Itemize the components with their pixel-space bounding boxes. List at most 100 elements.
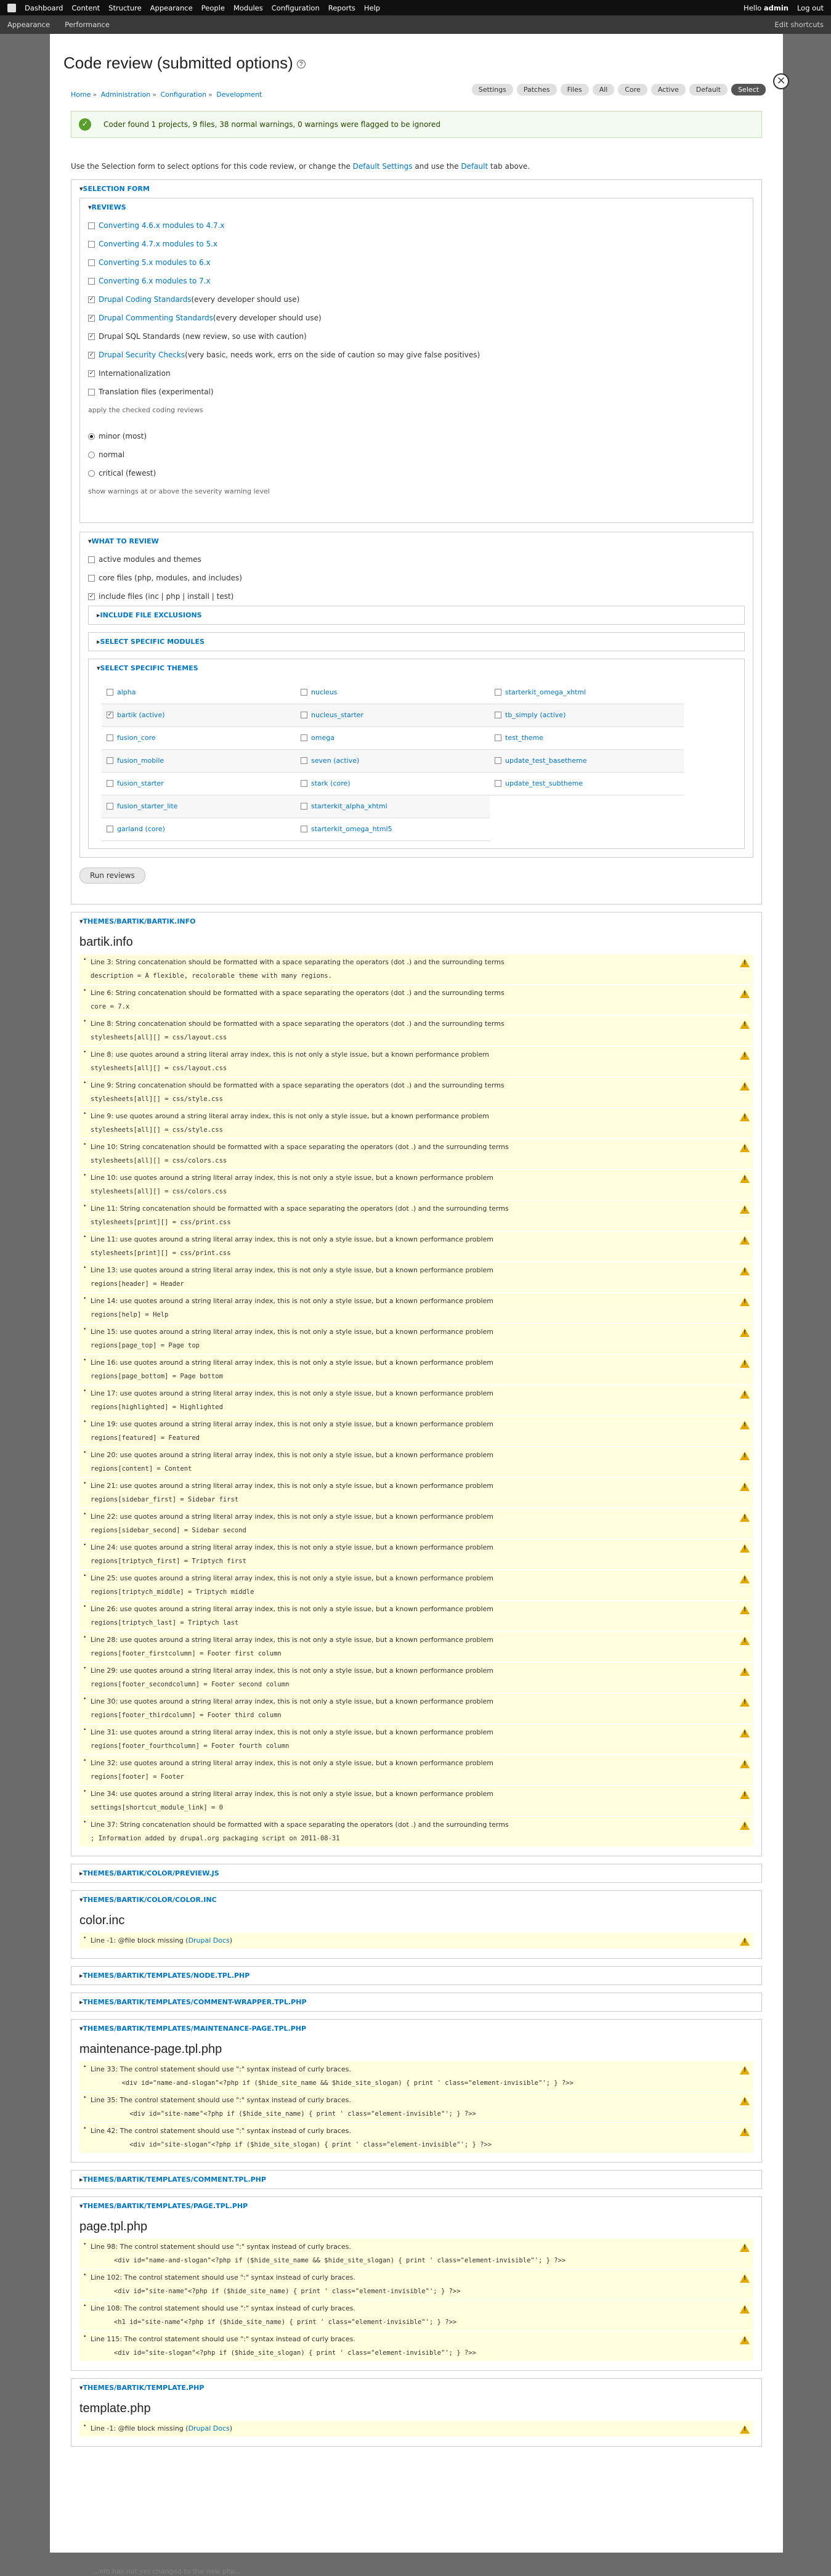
theme-option-label[interactable]: test_theme (505, 734, 543, 742)
checkbox[interactable] (495, 688, 501, 696)
theme-option[interactable]: fusion_starter (107, 779, 295, 787)
tab-all[interactable]: All (592, 84, 615, 95)
theme-option[interactable]: garland (core) (107, 825, 295, 833)
toolbar-item-dashboard[interactable]: Dashboard (25, 4, 63, 12)
radio[interactable] (88, 469, 95, 477)
toolbar-item-help[interactable]: Help (364, 4, 380, 12)
checkbox[interactable] (88, 370, 95, 377)
theme-option-label[interactable]: nucleus (311, 688, 338, 696)
theme-option-label[interactable]: fusion_mobile (117, 757, 164, 765)
default-settings-link[interactable]: Default Settings (353, 162, 413, 171)
username[interactable]: admin (764, 4, 788, 12)
toolbar-item-structure[interactable]: Structure (108, 4, 142, 12)
theme-option[interactable]: fusion_starter_lite (107, 802, 295, 810)
review-option[interactable]: Drupal Security Checks (very basic, need… (88, 346, 745, 364)
theme-option-label[interactable]: fusion_starter (117, 779, 164, 787)
breadcrumb-administration[interactable]: Administration (101, 91, 151, 99)
toolbar-item-reports[interactable]: Reports (328, 4, 355, 12)
checkbox[interactable] (107, 712, 113, 718)
theme-option-label[interactable]: alpha (117, 688, 136, 696)
radio[interactable] (88, 433, 95, 440)
tab-default[interactable]: Default (689, 84, 728, 95)
logout-link[interactable]: Log out (797, 4, 824, 12)
what-to-review-legend[interactable]: What to review (88, 532, 745, 550)
theme-option[interactable]: nucleus (301, 688, 489, 696)
checkbox[interactable] (301, 826, 307, 832)
toolbar-item-content[interactable]: Content (71, 4, 100, 12)
theme-option[interactable]: starterkit_omega_html5 (301, 825, 489, 833)
theme-option-label[interactable]: update_test_basetheme (505, 757, 587, 765)
checkbox[interactable] (107, 780, 113, 787)
checkbox[interactable] (107, 757, 113, 764)
edit-shortcuts-link[interactable]: Edit shortcuts (774, 20, 824, 29)
default-tab-link[interactable]: Default (461, 162, 488, 171)
toolbar-item-modules[interactable]: Modules (233, 4, 263, 12)
theme-option-label[interactable]: fusion_core (117, 734, 156, 742)
file-result-legend[interactable]: themes/bartik/templates/page.tpl.php (79, 2197, 753, 2215)
checkbox[interactable] (107, 688, 113, 696)
review-option[interactable]: Translation files (experimental) (88, 383, 745, 401)
review-option[interactable]: Drupal Commenting Standards (every devel… (88, 309, 745, 327)
theme-option[interactable]: starterkit_alpha_xhtml (301, 802, 489, 810)
theme-option[interactable]: fusion_mobile (107, 757, 295, 765)
review-option-label[interactable]: Drupal Coding Standards (99, 295, 191, 304)
theme-option[interactable]: alpha (107, 688, 295, 696)
review-option[interactable]: Converting 4.7.x modules to 5.x (88, 235, 745, 253)
theme-option-label[interactable]: bartik (active) (117, 711, 165, 719)
tab-patches[interactable]: Patches (516, 84, 557, 95)
checkbox[interactable] (301, 734, 307, 741)
review-option[interactable]: Drupal SQL Standards (new review, so use… (88, 327, 745, 346)
checkbox[interactable] (88, 259, 95, 266)
severity-option[interactable]: minor (most) (88, 427, 745, 445)
review-option-label[interactable]: Translation files (experimental) (99, 388, 214, 396)
toolbar-item-appearance[interactable]: Appearance (150, 4, 193, 12)
review-option-label[interactable]: Converting 5.x modules to 6.x (99, 258, 211, 267)
select-modules-legend[interactable]: Select specific modules (97, 633, 736, 651)
close-icon[interactable]: × (773, 73, 789, 89)
radio[interactable] (88, 451, 95, 458)
review-option[interactable]: Converting 5.x modules to 6.x (88, 253, 745, 272)
checkbox[interactable] (495, 734, 501, 741)
theme-option[interactable]: omega (301, 734, 489, 742)
theme-option[interactable]: fusion_core (107, 734, 295, 742)
theme-option-label[interactable]: stark (core) (311, 779, 351, 787)
checkbox[interactable] (88, 574, 95, 582)
theme-option[interactable]: update_test_basetheme (495, 757, 683, 765)
review-option-label[interactable]: Drupal Security Checks (99, 351, 185, 359)
home-icon[interactable] (7, 3, 16, 12)
theme-option[interactable]: bartik (active) (107, 711, 295, 719)
breadcrumb-home[interactable]: Home (71, 91, 91, 99)
checkbox[interactable] (88, 222, 95, 229)
theme-option-label[interactable]: seven (active) (311, 757, 359, 765)
checkbox[interactable] (495, 712, 501, 718)
review-option[interactable]: Internationalization (88, 364, 745, 383)
review-option-label[interactable]: Converting 6.x modules to 7.x (99, 277, 211, 285)
checkbox[interactable] (88, 556, 95, 563)
theme-option[interactable]: seven (active) (301, 757, 489, 765)
theme-option-label[interactable]: tb_simply (active) (505, 711, 565, 719)
theme-option[interactable]: test_theme (495, 734, 683, 742)
theme-option-label[interactable]: nucleus_starter (311, 711, 363, 719)
checkbox[interactable] (88, 296, 95, 303)
checkbox[interactable] (88, 333, 95, 340)
drupal-docs-link[interactable]: Drupal Docs (188, 2424, 230, 2432)
file-result-legend[interactable]: themes/bartik/color/color.inc (79, 1891, 753, 1909)
theme-option-label[interactable]: update_test_subtheme (505, 779, 583, 787)
breadcrumb-configuration[interactable]: Configuration (160, 91, 206, 99)
shortcut-performance[interactable]: Performance (65, 20, 110, 29)
review-option[interactable]: Converting 6.x modules to 7.x (88, 272, 745, 290)
review-option[interactable]: Drupal Coding Standards (every developer… (88, 290, 745, 309)
review-target-option[interactable]: include files (inc | php | install | tes… (88, 587, 745, 606)
severity-option[interactable]: normal (88, 445, 745, 464)
tab-active[interactable]: Active (651, 84, 686, 95)
review-option-label[interactable]: Drupal SQL Standards (new review, so use… (99, 332, 307, 341)
review-option-label[interactable]: Converting 4.6.x modules to 4.7.x (99, 221, 225, 230)
checkbox[interactable] (495, 780, 501, 787)
file-result-legend[interactable]: themes/bartik/template.php (79, 2379, 753, 2397)
review-option[interactable]: Converting 4.6.x modules to 4.7.x (88, 216, 745, 235)
tab-settings[interactable]: Settings (471, 84, 513, 95)
toolbar-item-people[interactable]: People (201, 4, 225, 12)
theme-option[interactable]: tb_simply (active) (495, 711, 683, 719)
shortcut-appearance[interactable]: Appearance (7, 20, 50, 29)
theme-option[interactable]: starterkit_omega_xhtml (495, 688, 683, 696)
